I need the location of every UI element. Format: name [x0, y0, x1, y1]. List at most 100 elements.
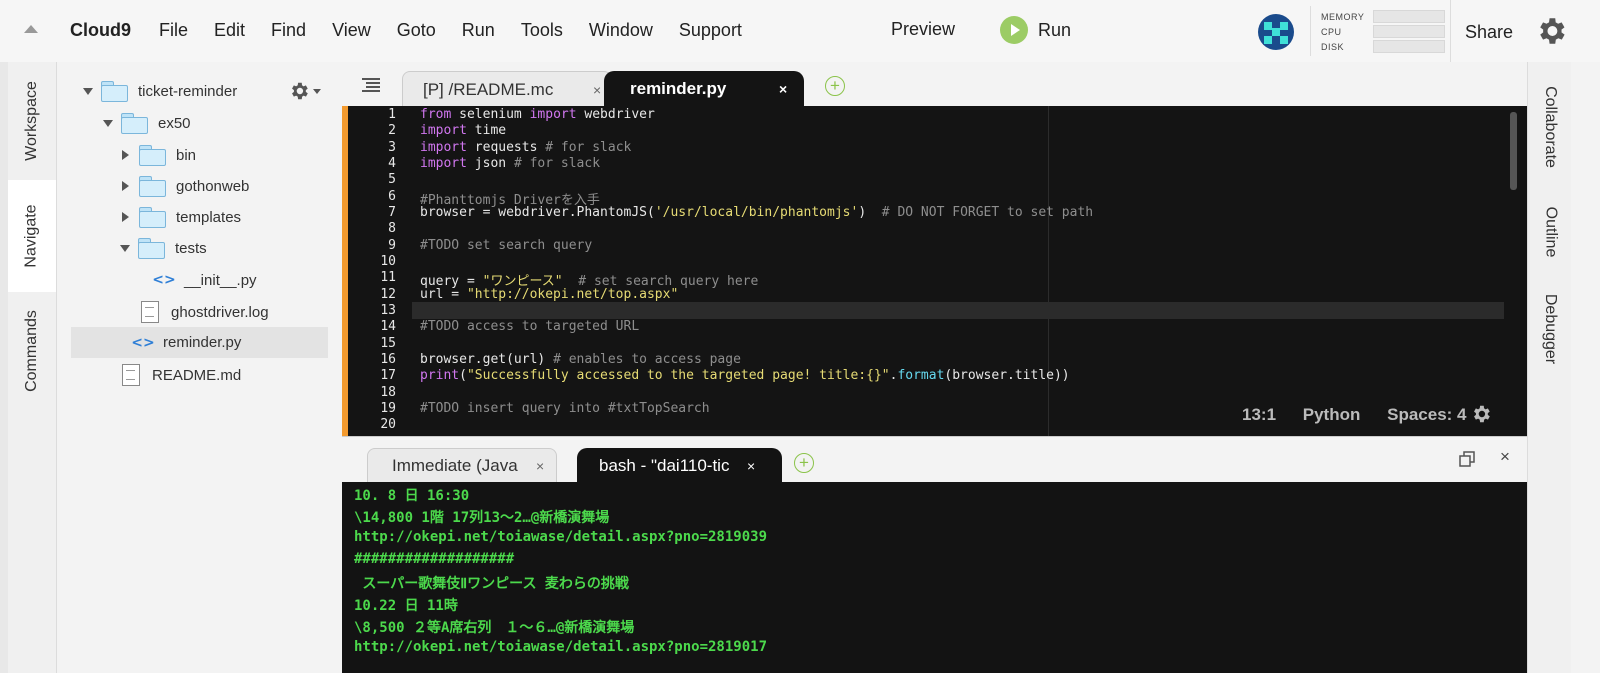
tree-label: ticket-reminder [138, 82, 238, 100]
tree-folder-templates[interactable]: templates [120, 203, 241, 231]
menu-tools[interactable]: Tools [521, 20, 563, 41]
close-tab-icon[interactable]: × [536, 458, 544, 474]
menu-goto[interactable]: Goto [397, 20, 436, 41]
tree-gear-dropdown-icon[interactable] [313, 89, 321, 94]
close-tab-icon[interactable]: × [593, 82, 601, 98]
menu-support[interactable]: Support [679, 20, 742, 41]
tree-folder-gothonweb[interactable]: gothonweb [120, 172, 249, 200]
tree-file-reminder-py[interactable]: <> reminder.py [71, 327, 328, 358]
terminal-line: http://okepi.net/toiawase/detail.aspx?pn… [354, 639, 768, 655]
line-number: 10 [380, 254, 396, 269]
tab-commands[interactable]: Commands [8, 292, 56, 410]
tree-file-readme-md[interactable]: README.md [122, 361, 241, 389]
folder-icon [101, 81, 128, 102]
expanded-arrow-icon[interactable] [120, 244, 130, 252]
cloud9-logo[interactable]: Cloud9 [70, 20, 131, 41]
tree-folder-bin[interactable]: bin [120, 141, 196, 169]
line-number: 20 [380, 417, 396, 432]
close-panel-icon[interactable]: × [1500, 447, 1510, 467]
menu-edit[interactable]: Edit [214, 20, 245, 41]
line-number: 18 [380, 385, 396, 400]
memory-label: MEMORY [1321, 12, 1365, 22]
code-editor[interactable]: 1 2 3 4 5 6 7 8 9 10 11 12 13 14 15 16 1… [342, 106, 1527, 436]
active-line-highlight [412, 302, 1504, 319]
line-number: 16 [380, 352, 396, 367]
code-line: #TODO insert query into #txtTopSearch [420, 401, 710, 416]
cursor-position[interactable]: 13:1 [1242, 405, 1276, 424]
run-label: Run [1038, 19, 1072, 40]
collapse-menu-icon[interactable] [24, 25, 38, 33]
tab-debugger-label: Debugger [1542, 293, 1559, 365]
tab-navigate[interactable]: Navigate [8, 180, 56, 292]
tree-label: __init__.py [184, 271, 257, 289]
tree-label: reminder.py [163, 334, 242, 351]
terminal-line: 10.22 日 11時 [354, 598, 458, 614]
settings-gear-icon[interactable] [1534, 14, 1568, 48]
tab-readme[interactable]: [P] /README.mc × [402, 71, 612, 107]
close-tab-icon[interactable]: × [779, 81, 787, 97]
tab-workspace[interactable]: Workspace [8, 62, 56, 180]
terminal-output[interactable]: 10. 8 日 16:30 \14,800 1階 17列13～2…@新橋演舞場 … [342, 482, 1527, 673]
tree-file-ghostdriver-log[interactable]: ghostdriver.log [141, 298, 269, 326]
line-number: 17 [380, 368, 396, 383]
collapsed-arrow-icon[interactable] [122, 212, 129, 222]
folder-icon [139, 145, 166, 166]
file-tree: ticket-reminder ex50 bin gothonweb templ… [57, 62, 342, 673]
tab-list-icon[interactable] [362, 78, 380, 92]
tree-label: gothonweb [176, 177, 250, 195]
language-mode[interactable]: Python [1303, 405, 1361, 424]
tree-settings-gear-icon[interactable] [288, 80, 310, 102]
line-number: 13 [380, 303, 396, 318]
code-line: print("Successfully accessed to the targ… [420, 368, 1070, 383]
left-panel-tabs: Workspace Navigate Commands [8, 62, 57, 673]
tree-label: ex50 [158, 114, 191, 132]
tab-immediate[interactable]: Immediate (Java × [367, 448, 557, 483]
resource-stats[interactable]: MEMORY CPU DISK [1310, 6, 1445, 56]
file-icon [122, 364, 140, 386]
tree-label: bin [176, 146, 197, 164]
tree-folder-ticket-reminder[interactable]: ticket-reminder [83, 77, 237, 105]
expanded-arrow-icon[interactable] [83, 87, 93, 95]
menu-window[interactable]: Window [589, 20, 653, 41]
new-terminal-plus-icon[interactable]: + [794, 453, 814, 473]
collapsed-arrow-icon[interactable] [122, 181, 129, 191]
tab-debugger[interactable]: Debugger [1528, 284, 1572, 374]
tree-file-init-py[interactable]: <> __init__.py [152, 266, 257, 294]
menu-bar: Cloud9 File Edit Find View Goto Run Tool… [0, 0, 1600, 63]
tab-outline[interactable]: Outline [1528, 192, 1572, 272]
tree-label: tests [175, 239, 207, 257]
terminal-line: 10. 8 日 16:30 [354, 488, 470, 504]
editor-tab-bar: [P] /README.mc × reminder.py × + [342, 62, 1527, 107]
code-line: browser.get(url) # enables to access pag… [420, 352, 741, 367]
menu-view[interactable]: View [332, 20, 371, 41]
tree-label: README.md [152, 366, 242, 384]
tree-label: ghostdriver.log [171, 303, 269, 321]
tree-folder-tests[interactable]: tests [120, 234, 207, 262]
menu-run[interactable]: Run [462, 20, 495, 41]
new-tab-plus-icon[interactable]: + [825, 76, 845, 96]
indent-setting[interactable]: Spaces: 4 [1387, 405, 1466, 424]
editor-scrollbar[interactable] [1510, 112, 1517, 190]
tab-outline-label: Outline [1542, 206, 1560, 258]
tab-commands-label: Commands [23, 310, 40, 392]
preview-button[interactable]: Preview [891, 19, 955, 40]
tab-bash[interactable]: bash - "dai110-tic × [577, 448, 782, 483]
editor-settings-gear-icon[interactable] [1470, 403, 1492, 425]
disk-bar [1373, 40, 1445, 53]
menu-file[interactable]: File [159, 20, 188, 41]
collapsed-arrow-icon[interactable] [122, 150, 129, 160]
code-line: import time [420, 123, 507, 138]
tree-folder-ex50[interactable]: ex50 [103, 109, 191, 137]
tab-collaborate[interactable]: Collaborate [1528, 72, 1572, 182]
main-menu: File Edit Find View Goto Run Tools Windo… [159, 20, 768, 41]
expanded-arrow-icon[interactable] [103, 119, 113, 127]
close-tab-icon[interactable]: × [747, 458, 755, 474]
run-button[interactable]: Run [1000, 16, 1071, 44]
maximize-panel-icon[interactable] [1459, 451, 1475, 467]
menu-find[interactable]: Find [271, 20, 306, 41]
terminal-line: スーパー歌舞伎Ⅱワンピース 麦わらの挑戦 [354, 576, 629, 592]
share-button[interactable]: Share [1450, 0, 1531, 62]
user-avatar[interactable] [1258, 14, 1294, 50]
line-number: 6 [388, 189, 396, 204]
tab-reminder-py[interactable]: reminder.py × [604, 71, 804, 107]
